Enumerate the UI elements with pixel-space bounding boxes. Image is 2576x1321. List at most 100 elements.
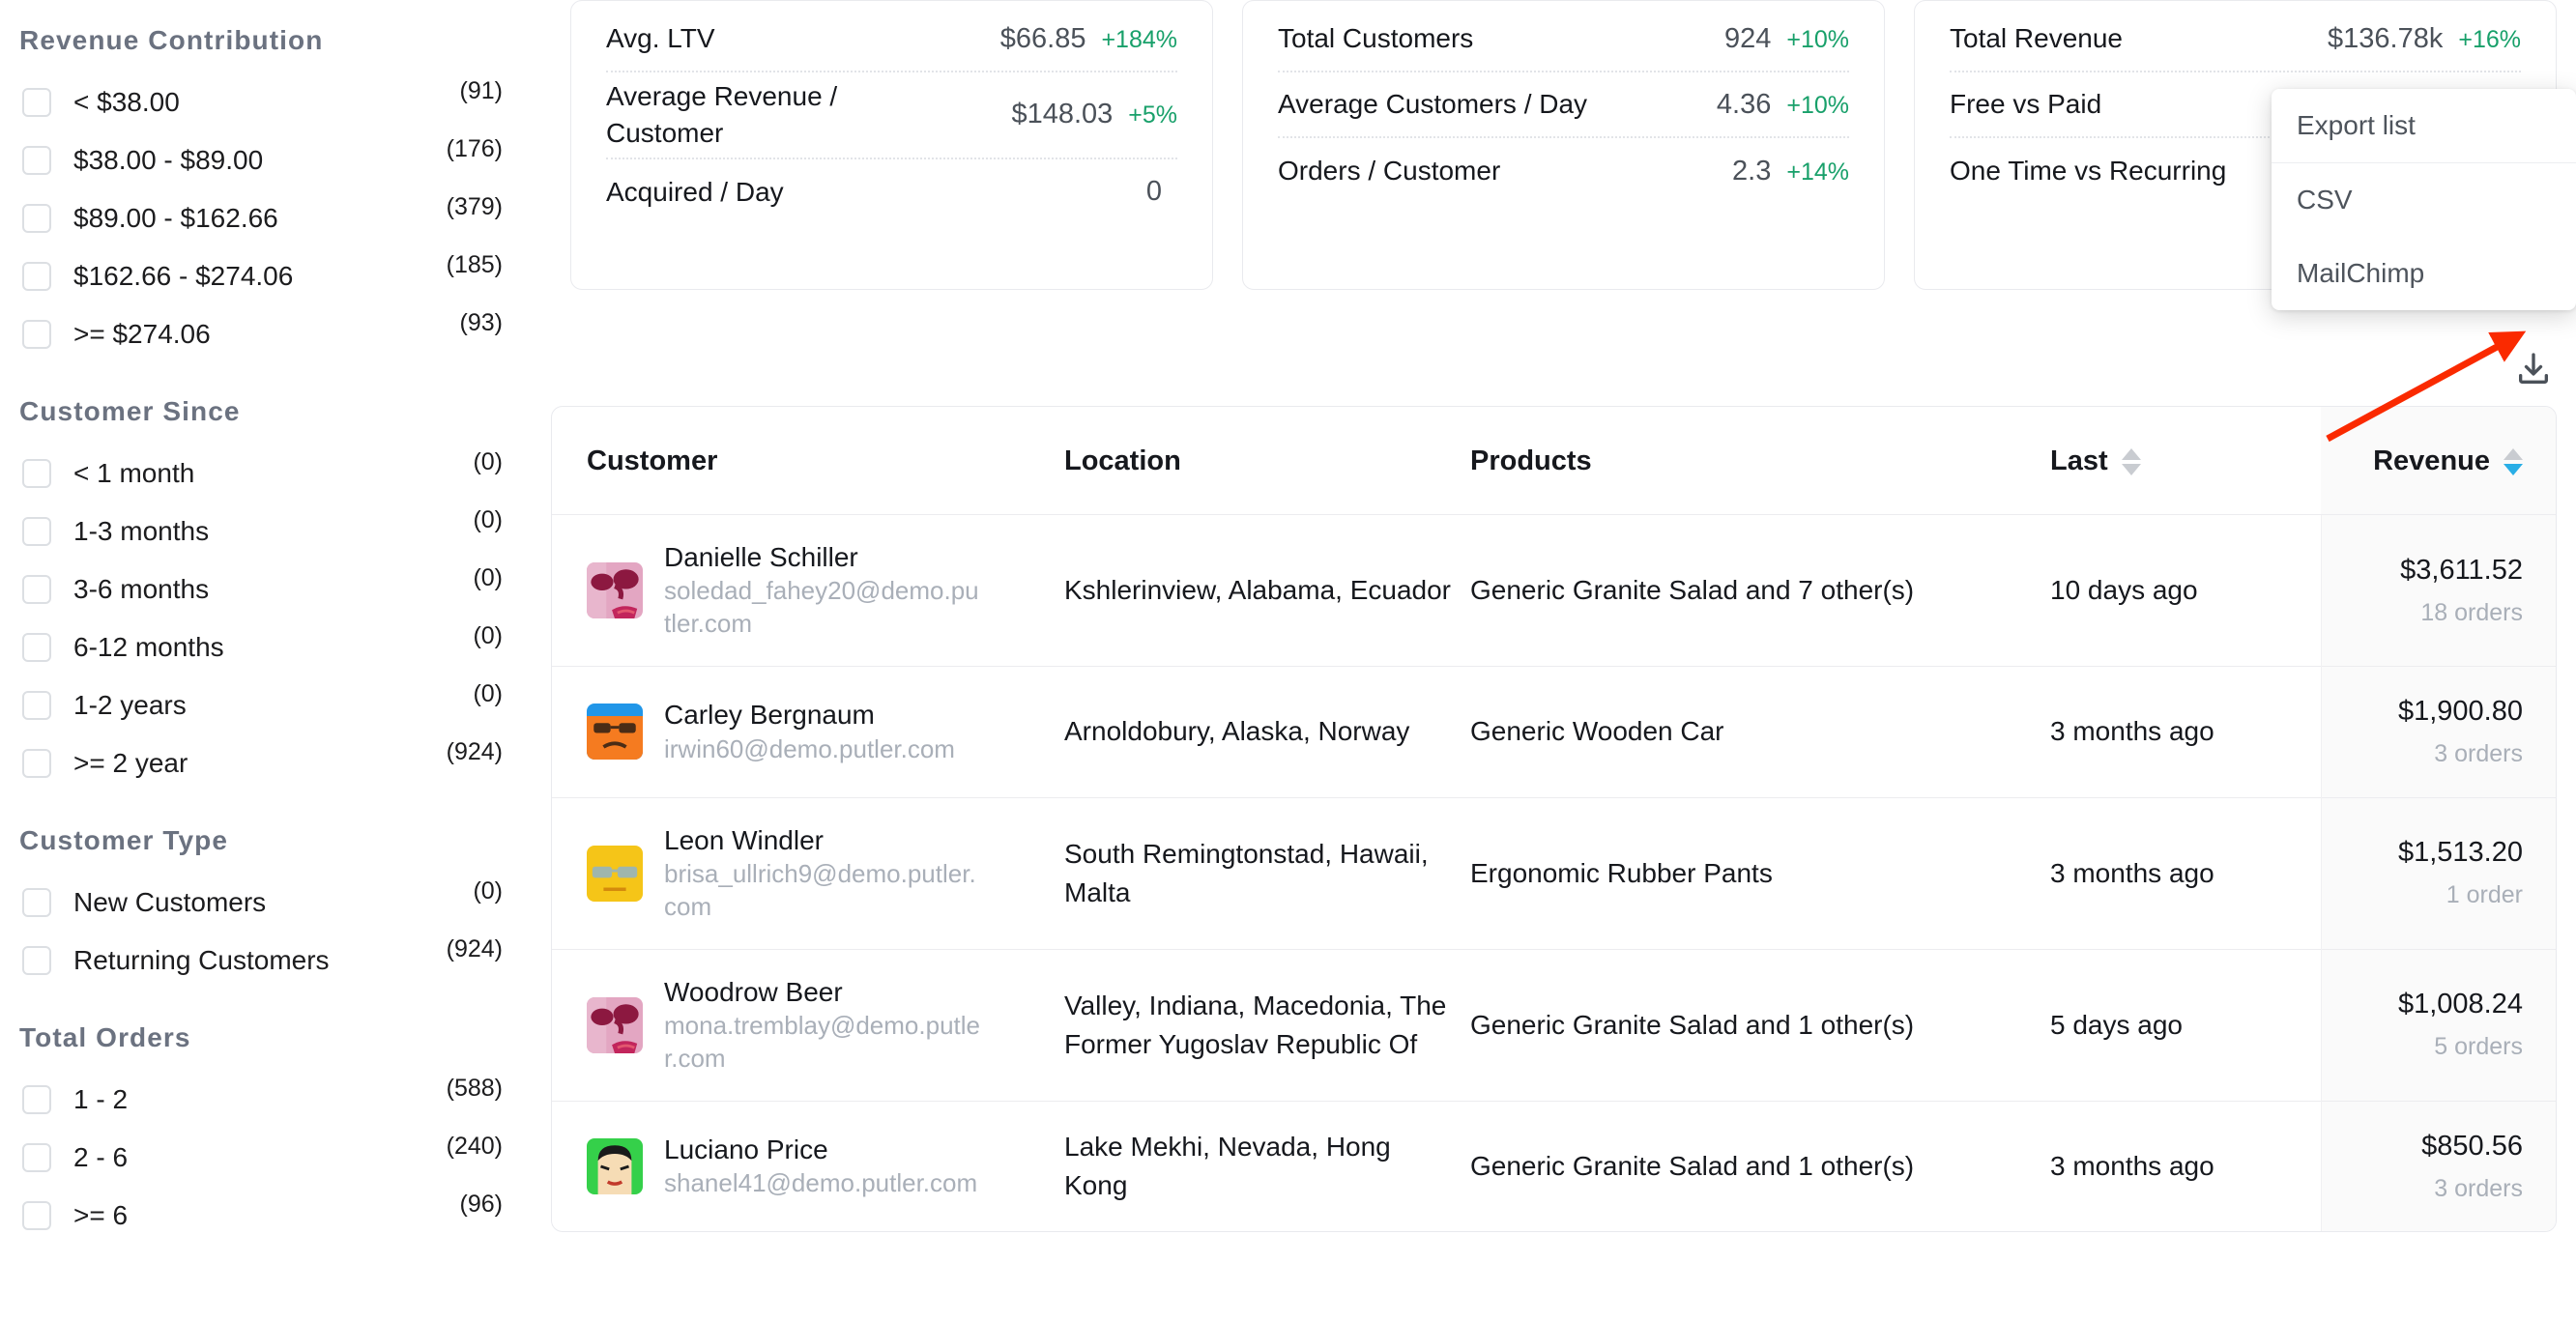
- stat-label: Free vs Paid: [1950, 89, 2102, 120]
- cell-last: 5 days ago: [2050, 948, 2321, 1102]
- checkbox[interactable]: [22, 749, 51, 778]
- revenue-orders: 3 orders: [2434, 1174, 2523, 1202]
- column-header-location[interactable]: Location: [1064, 407, 1470, 514]
- filter-option[interactable]: 1 - 2 (588): [19, 1071, 503, 1129]
- table-row[interactable]: Luciano Price shanel41@demo.putler.com Lak…: [552, 1100, 2556, 1232]
- stat-delta: +16%: [2458, 25, 2521, 53]
- checkbox[interactable]: [22, 575, 51, 604]
- stat-delta: +184%: [1101, 25, 1177, 53]
- column-header-revenue[interactable]: Revenue: [2321, 407, 2556, 515]
- checkbox[interactable]: [22, 1143, 51, 1172]
- sort-icon-revenue[interactable]: [2504, 447, 2523, 475]
- column-header-last[interactable]: Last: [2050, 407, 2321, 514]
- download-icon[interactable]: [2514, 350, 2553, 388]
- filter-option-label: < 1 month: [73, 458, 195, 488]
- column-label-revenue: Revenue: [2373, 445, 2490, 476]
- filter-option[interactable]: Returning Customers (924): [19, 932, 503, 990]
- customer-name: Leon Windler: [664, 824, 824, 855]
- filter-option-label: 1 - 2: [73, 1084, 129, 1114]
- revenue-amount: $850.56: [2421, 1130, 2523, 1162]
- filter-option[interactable]: 1-3 months (0): [19, 503, 503, 560]
- stat-row: Average Revenue / Customer $148.03 +5%: [606, 72, 1177, 159]
- checkbox[interactable]: [22, 888, 51, 917]
- filter-option[interactable]: 1-2 years (0): [19, 676, 503, 734]
- table-row[interactable]: Danielle Schiller soledad_fahey20@demo.pu…: [552, 514, 2556, 667]
- filter-option[interactable]: 3-6 months (0): [19, 560, 503, 618]
- stat-value: 0: [1145, 176, 1162, 208]
- export-list-header[interactable]: Export list: [2272, 89, 2576, 163]
- checkbox[interactable]: [22, 1085, 51, 1114]
- filter-option[interactable]: < $38.00 (91): [19, 73, 503, 131]
- cell-location: Lake Mekhi, Nevada, Hong Kong: [1064, 1100, 1470, 1232]
- cell-revenue: $850.56 3 orders: [2320, 1100, 2556, 1232]
- column-header-products[interactable]: Products: [1470, 407, 2050, 514]
- sort-icon-last[interactable]: [2121, 447, 2141, 475]
- stat-value-group: $66.85 +184%: [1000, 23, 1177, 55]
- filter-option[interactable]: < 1 month (0): [19, 445, 503, 503]
- stat-row: Avg. LTV $66.85 +184%: [606, 7, 1177, 72]
- checkbox[interactable]: [22, 146, 51, 175]
- column-header-customer[interactable]: Customer: [552, 407, 1064, 514]
- cell-products: Generic Granite Salad and 7 other(s): [1470, 514, 2050, 667]
- filter-option-count: (93): [459, 308, 503, 336]
- filter-option[interactable]: 6-12 months (0): [19, 618, 503, 676]
- filter-group: Total Orders 1 - 2 (588) 2 - 6 (240) >= 6 (96): [19, 997, 503, 1245]
- filter-option-count: (0): [473, 876, 503, 905]
- export-option-mailchimp[interactable]: MailChimp: [2272, 237, 2576, 310]
- customer-name: Danielle Schiller: [664, 542, 858, 572]
- table-head: Customer Location Products Last Revenue: [552, 407, 2556, 515]
- checkbox[interactable]: [22, 633, 51, 662]
- filter-option[interactable]: >= 2 year (924): [19, 734, 503, 792]
- table-row[interactable]: Leon Windler brisa_ullrich9@demo.putler.c…: [552, 796, 2556, 950]
- filter-option[interactable]: New Customers (0): [19, 874, 503, 932]
- revenue-amount: $1,008.24: [2397, 989, 2523, 1020]
- filter-option[interactable]: $38.00 - $89.00 (176): [19, 131, 503, 189]
- filter-option-label: $89.00 - $162.66: [73, 203, 278, 233]
- checkbox[interactable]: [22, 88, 51, 117]
- checkbox[interactable]: [22, 262, 51, 291]
- filter-option-count: (0): [473, 679, 503, 707]
- revenue-orders: 5 orders: [2434, 1033, 2523, 1061]
- checkbox[interactable]: [22, 691, 51, 720]
- filter-option[interactable]: $89.00 - $162.66 (379): [19, 189, 503, 247]
- filter-option-count: (379): [446, 192, 503, 220]
- checkbox[interactable]: [22, 946, 51, 975]
- filter-option[interactable]: 2 - 6 (240): [19, 1129, 503, 1187]
- filter-option-count: (0): [473, 563, 503, 591]
- cell-customer: Leon Windler brisa_ullrich9@demo.putler.c…: [552, 796, 1064, 950]
- checkbox[interactable]: [22, 204, 51, 233]
- cell-customer: Luciano Price shanel41@demo.putler.com: [552, 1100, 1064, 1232]
- filter-option[interactable]: >= $274.06 (93): [19, 305, 503, 363]
- stat-label: Total Customers: [1278, 23, 1474, 54]
- filter-option-count: (91): [459, 76, 503, 104]
- cell-customer: Danielle Schiller soledad_fahey20@demo.pu…: [552, 514, 1064, 667]
- checkbox[interactable]: [22, 459, 51, 488]
- filter-group-title: Customer Type: [19, 825, 229, 855]
- export-option-csv[interactable]: CSV: [2272, 163, 2576, 237]
- stat-delta: +10%: [1786, 25, 1849, 53]
- filter-group-title: Total Orders: [19, 1022, 191, 1052]
- customer-email: soledad_fahey20@demo.putler.com: [664, 576, 979, 639]
- checkbox[interactable]: [22, 517, 51, 546]
- cell-location: Arnoldobury, Alaska, Norway: [1064, 665, 1470, 798]
- cell-last: 3 months ago: [2050, 1100, 2321, 1232]
- column-label-last: Last: [2050, 445, 2108, 476]
- checkbox[interactable]: [22, 320, 51, 349]
- stat-value-group: $136.78k +16%: [2328, 23, 2521, 55]
- checkbox[interactable]: [22, 1201, 51, 1230]
- export-dropdown-menu[interactable]: Export list CSV MailChimp: [2272, 89, 2576, 310]
- stat-row: Acquired / Day 0: [606, 159, 1177, 225]
- stat-label: Avg. LTV: [606, 23, 715, 54]
- stat-value-group: $148.03 +5%: [1011, 99, 1177, 130]
- filter-option[interactable]: $162.66 - $274.06 (185): [19, 247, 503, 305]
- avatar: [587, 845, 643, 902]
- filter-group-title: Revenue Contribution: [19, 25, 324, 55]
- cell-products: Ergonomic Rubber Pants: [1470, 796, 2050, 950]
- avatar: [587, 704, 643, 761]
- table-row[interactable]: Carley Bergnaum irwin60@demo.putler.com Ar…: [552, 665, 2556, 798]
- avatar: [587, 561, 643, 618]
- cell-customer: Woodrow Beer mona.tremblay@demo.putler.co…: [552, 948, 1064, 1102]
- table-row[interactable]: Woodrow Beer mona.tremblay@demo.putler.co…: [552, 948, 2556, 1102]
- cell-last: 3 months ago: [2050, 665, 2321, 798]
- filter-option[interactable]: >= 6 (96): [19, 1187, 503, 1245]
